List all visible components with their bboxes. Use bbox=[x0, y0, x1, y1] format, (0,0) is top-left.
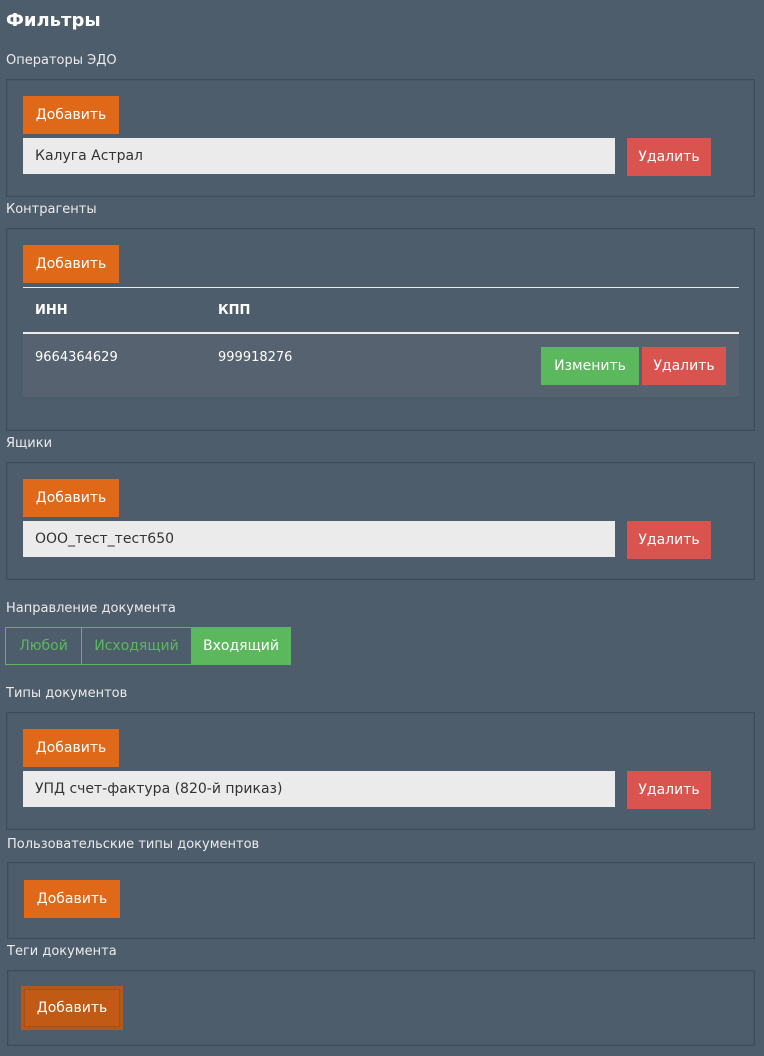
counterparties-table: ИНН КПП 9664364629 999918276 Изменить Уд… bbox=[23, 287, 739, 398]
custom-doc-types-label: Пользовательские типы документов bbox=[7, 837, 260, 852]
doc-type-delete-button[interactable]: Удалить bbox=[627, 771, 711, 809]
edo-operators-label: Операторы ЭДО bbox=[6, 53, 117, 68]
edo-operators-panel: Добавить Калуга Астрал Удалить bbox=[6, 79, 755, 197]
doc-tags-panel: Добавить bbox=[7, 970, 755, 1046]
doc-types-panel: Добавить УПД счет-фактура (820-й приказ)… bbox=[6, 712, 755, 830]
column-header-kpp: КПП bbox=[218, 303, 251, 318]
direction-option-outgoing[interactable]: Исходящий bbox=[81, 627, 192, 665]
doc-tags-add-button[interactable]: Добавить bbox=[24, 989, 120, 1027]
boxes-label: Ящики bbox=[6, 436, 53, 451]
edo-operator-field[interactable]: Калуга Астрал bbox=[23, 138, 615, 174]
cell-kpp: 999918276 bbox=[218, 350, 293, 365]
page-title: Фильтры bbox=[6, 10, 101, 31]
filters-page: Фильтры Операторы ЭДО Добавить Калуга Ас… bbox=[0, 0, 764, 1056]
boxes-add-button[interactable]: Добавить bbox=[23, 479, 119, 517]
counterparty-edit-button[interactable]: Изменить bbox=[541, 347, 639, 385]
direction-option-any[interactable]: Любой bbox=[5, 627, 82, 665]
doc-types-add-button[interactable]: Добавить bbox=[23, 729, 119, 767]
boxes-panel: Добавить ООО_тест_тест650 Удалить bbox=[6, 462, 755, 580]
doc-tags-label: Теги документа bbox=[7, 944, 117, 959]
cell-inn: 9664364629 bbox=[35, 350, 118, 365]
custom-doc-types-add-button[interactable]: Добавить bbox=[24, 880, 120, 918]
column-header-inn: ИНН bbox=[35, 303, 68, 318]
edo-operators-add-button[interactable]: Добавить bbox=[23, 96, 119, 134]
box-delete-button[interactable]: Удалить bbox=[627, 521, 711, 559]
table-header: ИНН КПП bbox=[23, 287, 739, 334]
direction-label: Направление документа bbox=[6, 601, 176, 616]
edo-operator-delete-button[interactable]: Удалить bbox=[627, 138, 711, 176]
doc-type-field[interactable]: УПД счет-фактура (820-й приказ) bbox=[23, 771, 615, 807]
counterparty-delete-button[interactable]: Удалить bbox=[642, 347, 726, 385]
box-field[interactable]: ООО_тест_тест650 bbox=[23, 521, 615, 557]
table-row: 9664364629 999918276 Изменить Удалить bbox=[23, 334, 739, 398]
counterparties-label: Контрагенты bbox=[6, 202, 97, 217]
counterparties-add-button[interactable]: Добавить bbox=[23, 245, 119, 283]
custom-doc-types-panel: Добавить bbox=[7, 862, 755, 939]
direction-option-incoming[interactable]: Входящий bbox=[191, 627, 291, 665]
doc-types-label: Типы документов bbox=[6, 686, 128, 701]
